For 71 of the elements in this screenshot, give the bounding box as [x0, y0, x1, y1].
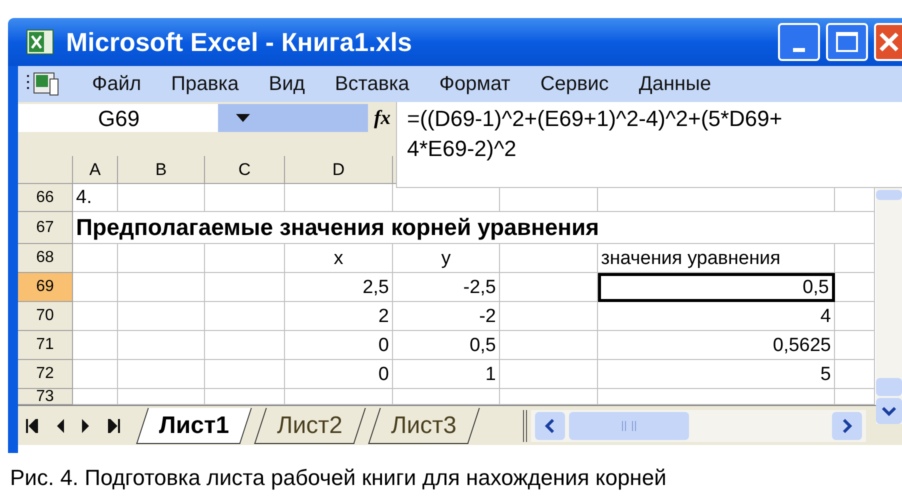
table-cell: Предполагаемые значения корней уравнения	[73, 212, 835, 244]
row-header[interactable]: 71	[18, 331, 73, 360]
next-sheet-icon[interactable]	[82, 418, 90, 432]
table-cell: x	[285, 244, 393, 273]
formula-field[interactable]: =((D69-1)^2+(E69+1)^2-4)^2+(5*D69+ 4*E69-2)^2	[396, 102, 902, 188]
table-cell: 2	[285, 302, 393, 331]
menu-item[interactable]: Файл	[92, 69, 142, 99]
table-cell: -2	[393, 302, 500, 331]
previous-sheet-icon[interactable]	[56, 418, 64, 432]
first-sheet-icon[interactable]	[26, 418, 38, 432]
minimize-button[interactable]	[778, 23, 820, 61]
name-box[interactable]: G69	[18, 104, 218, 132]
column-header[interactable]: D	[285, 156, 393, 183]
sheet-tab[interactable]: Лист3	[368, 408, 479, 444]
function-label[interactable]: fx	[374, 104, 391, 132]
column-header[interactable]: A	[73, 156, 118, 183]
table-cell	[835, 244, 875, 273]
row-header[interactable]: 70	[18, 302, 73, 331]
row-header[interactable]: 73	[18, 389, 73, 405]
row-header[interactable]: 66	[18, 184, 73, 212]
maximize-button[interactable]	[826, 23, 868, 61]
column-header[interactable]: B	[118, 156, 205, 183]
caret-icon	[236, 114, 250, 122]
scroll-thumb[interactable]	[876, 190, 902, 200]
table-cell: 0,5	[393, 331, 500, 360]
vertical-scrollbar[interactable]	[876, 188, 902, 424]
table-cell	[73, 273, 118, 302]
table-cell: y	[393, 244, 500, 273]
table-cell: 1	[393, 360, 500, 389]
table-cell: 2,5	[285, 273, 393, 302]
menu-item[interactable]: Вставка	[334, 69, 410, 99]
table-cell: значения уравнения	[598, 244, 835, 273]
table-cell	[73, 302, 118, 331]
table-cell: 0	[285, 360, 393, 389]
figure-caption: Рис. 4. Подготовка листа рабочей книги для нахождения корней	[10, 465, 666, 490]
menu-item[interactable]: Правка	[171, 69, 239, 99]
row-header[interactable]: 72	[18, 360, 73, 389]
table-cell	[835, 360, 875, 389]
last-sheet-icon[interactable]	[108, 418, 120, 432]
close-button[interactable]	[874, 23, 902, 61]
table-cell: 0,5625	[598, 331, 835, 360]
table-cell	[835, 331, 875, 360]
menu-item[interactable]: Формат	[439, 69, 510, 99]
table-cell	[835, 273, 875, 302]
menu-item[interactable]: Данные	[638, 69, 712, 99]
active-cell[interactable]: 0,5	[598, 273, 835, 302]
horizontal-scrollbar[interactable]	[531, 410, 866, 442]
sheet-tab[interactable]: Лист2	[254, 408, 366, 444]
table-cell	[73, 331, 118, 360]
table-cell: -2,5	[393, 273, 500, 302]
column-header[interactable]: C	[205, 156, 285, 183]
sheet-tab[interactable]: Лист1	[136, 408, 252, 444]
row-header[interactable]: 67	[18, 212, 73, 244]
table-cell: 4.	[73, 184, 118, 212]
table-cell: 0	[285, 331, 393, 360]
table-cell	[835, 302, 875, 331]
window-title: Microsoft Excel - Книга1.xls	[66, 26, 412, 58]
table-cell: 5	[598, 360, 835, 389]
formula-text: 4*E69-2)^2	[407, 135, 518, 163]
row-header[interactable]: 69	[18, 273, 73, 302]
table-cell	[73, 360, 118, 389]
menu-item[interactable]: Вид	[268, 69, 305, 99]
table-cell	[73, 244, 118, 273]
formula-text: =((D69-1)^2+(E69+1)^2-4)^2+(5*D69+	[407, 105, 784, 133]
table-cell	[835, 212, 875, 244]
close-icon	[878, 31, 900, 53]
row-header[interactable]: 68	[18, 244, 73, 273]
menu-item[interactable]: Сервис	[540, 69, 609, 99]
scroll-thumb[interactable]	[569, 412, 690, 440]
table-cell: 4	[598, 302, 835, 331]
spreadsheet-icon	[26, 29, 54, 55]
